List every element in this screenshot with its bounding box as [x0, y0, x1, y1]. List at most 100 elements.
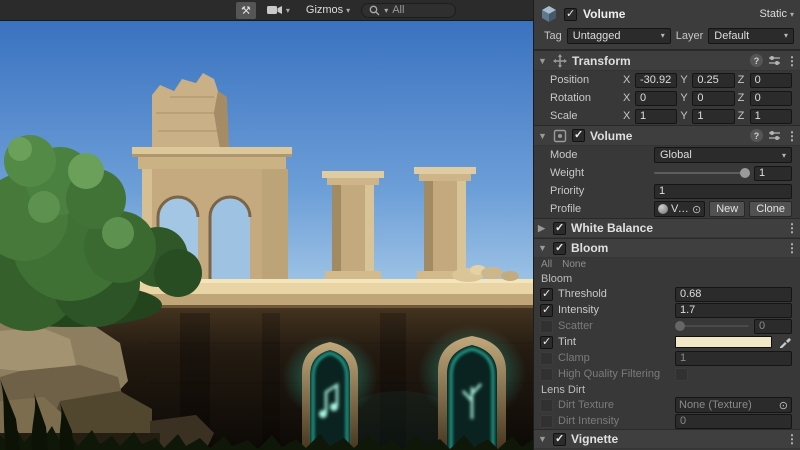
tint-swatch[interactable] — [675, 336, 772, 348]
more-options-icon[interactable]: ⋮ — [786, 221, 794, 235]
scene-view[interactable]: ⚒ ▾ Gizmos ▾ ▾ All — [0, 0, 533, 450]
intensity-label: Intensity — [558, 304, 670, 316]
camera-view-button[interactable]: ▾ — [262, 2, 295, 19]
override-enabled-checkbox[interactable] — [553, 433, 566, 446]
rotation-x-field[interactable]: 0 — [635, 91, 677, 106]
override-enabled-checkbox[interactable] — [553, 242, 566, 255]
none-link[interactable]: None — [562, 259, 586, 270]
clamp-row: Clamp 1 — [534, 350, 800, 366]
override-checkbox[interactable] — [540, 304, 553, 317]
field-value: 1.7 — [680, 304, 695, 316]
override-checkbox[interactable] — [540, 415, 553, 428]
transform-title: Transform — [572, 54, 631, 68]
help-icon[interactable]: ? — [750, 129, 763, 142]
hqf-checkbox[interactable] — [675, 368, 688, 381]
more-options-icon[interactable]: ⋮ — [786, 432, 794, 446]
scale-x-field[interactable]: 1 — [635, 109, 677, 124]
preset-icon[interactable] — [768, 130, 781, 141]
weight-field[interactable]: 1 — [754, 166, 792, 181]
new-profile-button[interactable]: New — [709, 201, 745, 217]
field-value: 1 — [640, 110, 646, 122]
tag-label: Tag — [544, 30, 562, 42]
transform-icon — [553, 54, 567, 68]
field-value: 0 — [755, 74, 761, 86]
more-options-icon[interactable]: ⋮ — [786, 241, 794, 255]
eyedropper-icon[interactable] — [777, 336, 792, 348]
position-x-field[interactable]: -30.92 — [635, 73, 677, 88]
layer-dropdown[interactable]: Default — [708, 28, 794, 44]
all-link[interactable]: All — [541, 259, 552, 270]
vignette-header[interactable]: Vignette ⋮ — [534, 429, 800, 449]
foldout-icon[interactable] — [538, 243, 548, 253]
override-checkbox[interactable] — [540, 352, 553, 365]
mode-label: Mode — [550, 149, 650, 161]
axis-x-label: X — [623, 74, 632, 86]
priority-field[interactable]: 1 — [654, 184, 792, 199]
gameobject-name[interactable]: Volume — [583, 7, 753, 21]
field-value: 1 — [755, 110, 761, 122]
gizmos-label: Gizmos — [306, 4, 343, 16]
tint-label: Tint — [558, 336, 670, 348]
dirt-texture-row: Dirt Texture None (Texture) ⊙ — [534, 397, 800, 413]
rotation-z-field[interactable]: 0 — [750, 91, 792, 106]
tools-icon: ⚒ — [241, 4, 251, 17]
chevron-down-icon: ▾ — [346, 6, 350, 15]
rotation-y-field[interactable]: 0 — [692, 91, 734, 106]
mode-dropdown[interactable]: Global — [654, 147, 792, 163]
clone-profile-button[interactable]: Clone — [749, 201, 792, 217]
clamp-field[interactable]: 1 — [675, 351, 792, 366]
override-enabled-checkbox[interactable] — [553, 222, 566, 235]
volume-component-header[interactable]: Volume ? ⋮ — [534, 125, 800, 146]
component-enabled-checkbox[interactable] — [572, 129, 585, 142]
dirt-intensity-field[interactable]: 0 — [675, 414, 792, 429]
chevron-down-icon: ▾ — [384, 6, 388, 15]
field-value: 0.25 — [697, 74, 718, 86]
dirt-texture-field[interactable]: None (Texture) ⊙ — [675, 397, 792, 413]
intensity-field[interactable]: 1.7 — [675, 303, 792, 318]
profile-object-field[interactable]: Volume_Gl ⊙ — [654, 201, 705, 217]
gizmos-dropdown[interactable]: Gizmos ▾ — [301, 2, 355, 19]
scene-canvas[interactable] — [0, 21, 533, 450]
threshold-field[interactable]: 0.68 — [675, 287, 792, 302]
override-toggle-links: All None — [534, 258, 800, 271]
field-value: 0.68 — [680, 288, 701, 300]
override-checkbox[interactable] — [540, 399, 553, 412]
override-checkbox[interactable] — [540, 320, 553, 333]
foldout-icon[interactable] — [538, 131, 548, 141]
field-value: 0 — [697, 92, 703, 104]
white-balance-header[interactable]: White Balance ⋮ — [534, 218, 800, 238]
weight-slider[interactable] — [654, 165, 750, 181]
scatter-field[interactable]: 0 — [754, 319, 792, 334]
object-picker-icon[interactable]: ⊙ — [692, 203, 701, 216]
dirt-texture-label: Dirt Texture — [558, 399, 670, 411]
scale-z-field[interactable]: 1 — [750, 109, 792, 124]
object-picker-icon[interactable]: ⊙ — [779, 399, 788, 412]
tag-dropdown[interactable]: Untagged — [567, 28, 671, 44]
weight-row: Weight 1 — [534, 164, 800, 182]
override-checkbox[interactable] — [540, 336, 553, 349]
foldout-icon[interactable] — [538, 56, 548, 66]
vignette-title: Vignette — [571, 432, 618, 446]
override-checkbox[interactable] — [540, 368, 553, 381]
transform-row-position: Position X -30.92 Y 0.25 Z 0 — [534, 71, 800, 89]
foldout-icon[interactable] — [538, 434, 548, 444]
override-checkbox[interactable] — [540, 288, 553, 301]
bloom-header[interactable]: Bloom ⋮ — [534, 238, 800, 258]
position-y-field[interactable]: 0.25 — [692, 73, 734, 88]
scale-y-field[interactable]: 1 — [692, 109, 734, 124]
field-value: None (Texture) — [679, 399, 752, 411]
preset-icon[interactable] — [768, 55, 781, 66]
position-z-field[interactable]: 0 — [750, 73, 792, 88]
static-dropdown[interactable]: Static ▾ — [759, 8, 794, 20]
scene-tools-button[interactable]: ⚒ — [236, 2, 256, 19]
threshold-row: Threshold 0.68 — [534, 286, 800, 302]
help-icon[interactable]: ? — [750, 54, 763, 67]
transform-header[interactable]: Transform ? ⋮ — [534, 50, 800, 71]
foldout-icon[interactable] — [538, 223, 548, 234]
scene-search-field[interactable]: ▾ All — [361, 3, 456, 18]
scatter-slider[interactable] — [675, 318, 749, 334]
volume-profile-icon — [658, 204, 668, 214]
more-options-icon[interactable]: ⋮ — [786, 54, 794, 68]
gameobject-active-checkbox[interactable] — [564, 8, 577, 21]
more-options-icon[interactable]: ⋮ — [786, 129, 794, 143]
